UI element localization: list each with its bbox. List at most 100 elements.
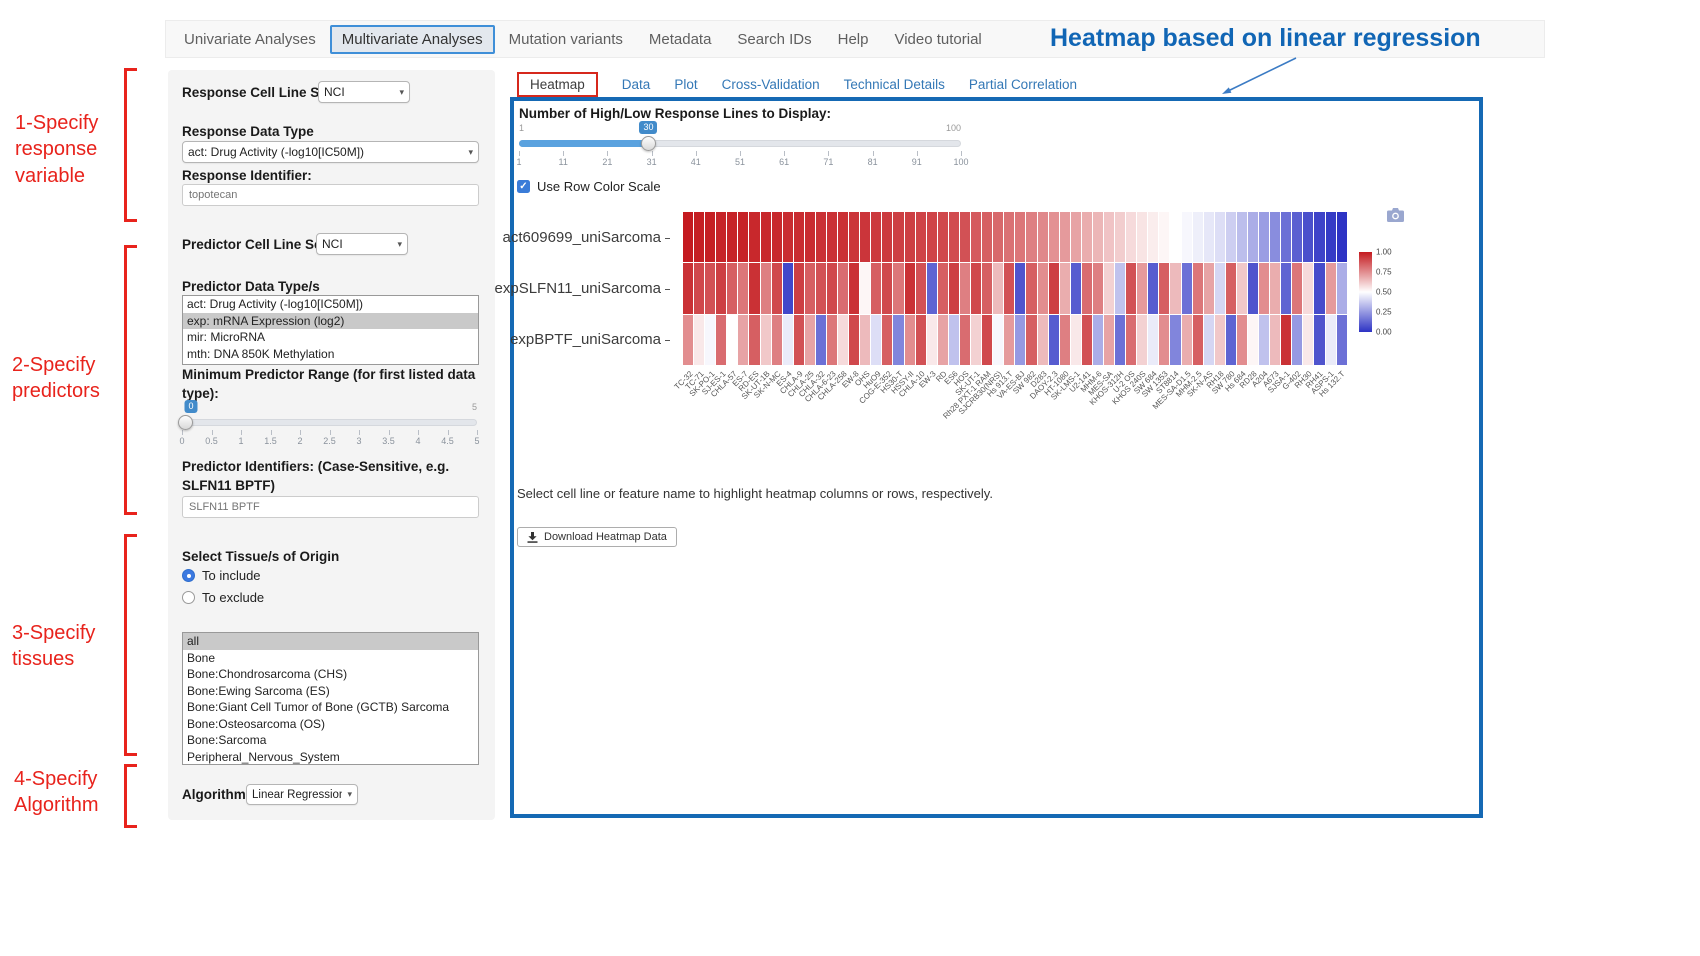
heatmap-cell [971, 212, 981, 262]
slider-tick-label: 11 [559, 157, 568, 167]
predictor-data-type-option[interactable]: exp: mRNA Expression (log2) [183, 313, 478, 330]
colorbar-tick-label: 0.25 [1376, 308, 1392, 317]
annotation-step-3: 3-Specify tissues [12, 620, 124, 673]
heatmap-cell [1303, 315, 1313, 365]
predictor-cell-line-set-select[interactable]: NCI ▾ [316, 233, 408, 255]
nav-item-multivariate-analyses[interactable]: Multivariate Analyses [330, 25, 495, 54]
nav-item-univariate-analyses[interactable]: Univariate Analyses [172, 25, 328, 54]
heatmap-cell [1215, 212, 1225, 262]
nav-item-mutation-variants[interactable]: Mutation variants [497, 25, 635, 54]
heatmap-cell [749, 263, 759, 313]
nav-item-help[interactable]: Help [826, 25, 881, 54]
tissue-list[interactable]: allBoneBone:Chondrosarcoma (CHS)Bone:Ewi… [182, 632, 479, 765]
radio-exclude-label: To exclude [202, 590, 264, 605]
download-heatmap-data-button[interactable]: Download Heatmap Data [517, 527, 677, 547]
heatmap-cell [971, 263, 981, 313]
slider-tick-mark [241, 430, 242, 435]
heatmap-row-label[interactable]: act609699_uniSarcoma [472, 212, 670, 263]
predictor-data-type-option[interactable]: act: Drug Activity (-log10[IC50M]) [183, 296, 478, 313]
annotation-step-4: 4-Specify Algorithm [14, 766, 126, 819]
heatmap-cell [694, 263, 704, 313]
tab-partial-correlation[interactable]: Partial Correlation [969, 77, 1077, 92]
heatmap-cell [849, 212, 859, 262]
predictor-identifiers-input[interactable] [182, 496, 479, 518]
response-cell-line-set-select[interactable]: NCI ▾ [318, 81, 410, 103]
response-cell-line-set-label: Response Cell Line Set [182, 84, 331, 103]
row-color-scale-checkbox[interactable]: ✓ [517, 180, 530, 193]
heatmap-row-label[interactable]: expSLFN11_uniSarcoma [472, 263, 670, 314]
slider-tick-mark [418, 430, 419, 435]
predictor-data-type-list[interactable]: act: Drug Activity (-log10[IC50M])exp: m… [182, 295, 479, 365]
predictor-data-type-option[interactable]: mth: DNA 850K Methylation [183, 346, 478, 363]
heatmap-cell [1170, 212, 1180, 262]
heatmap-row-label[interactable]: expBPTF_uniSarcoma [472, 314, 670, 365]
slider-tick-mark [828, 151, 829, 156]
heatmap-cell [1004, 212, 1014, 262]
algorithm-label: Algorithm [182, 786, 246, 805]
heatmap-cell [1303, 263, 1313, 313]
nav-item-search-ids[interactable]: Search IDs [725, 25, 823, 54]
tissue-option[interactable]: Peripheral_Nervous_System [183, 749, 478, 766]
heatmap-cell [1182, 315, 1192, 365]
nav-item-video-tutorial[interactable]: Video tutorial [882, 25, 993, 54]
min-range-slider-handle[interactable] [178, 415, 193, 430]
heatmap-cell [1270, 315, 1280, 365]
heatmap-cell [905, 315, 915, 365]
tab-bar: Heatmap Data Plot Cross-Validation Technical… [517, 71, 1077, 98]
tissue-option[interactable]: Bone:Giant Cell Tumor of Bone (GCTB) Sar… [183, 699, 478, 716]
tissue-option[interactable]: all [183, 633, 478, 650]
lines-slider-handle[interactable] [641, 136, 656, 151]
heatmap-cell [1270, 212, 1280, 262]
tab-heatmap[interactable]: Heatmap [517, 72, 598, 97]
heatmap-cell [1281, 263, 1291, 313]
tab-plot[interactable]: Plot [674, 77, 697, 92]
annotation-step-1: 1-Specify response variable [15, 110, 127, 189]
heatmap-cell [749, 212, 759, 262]
min-range-slider-track[interactable] [182, 419, 477, 426]
min-range-slider[interactable]: 0 5 00.511.522.533.544.55 [182, 400, 477, 450]
tab-cross-validation[interactable]: Cross-Validation [722, 77, 820, 92]
heatmap-cell [816, 263, 826, 313]
nav-item-metadata[interactable]: Metadata [637, 25, 724, 54]
heatmap-cell [927, 263, 937, 313]
algorithm-select[interactable]: Linear Regression ▾ [246, 784, 358, 805]
radio-exclude[interactable] [182, 591, 195, 604]
tissue-option[interactable]: Bone [183, 650, 478, 667]
heatmap-cell [783, 315, 793, 365]
slider-tick-mark [563, 151, 564, 156]
lines-slider[interactable]: 1 100 30 1112131415161718191100 [519, 121, 961, 173]
heatmap-cell [1026, 212, 1036, 262]
heatmap-cell [1248, 263, 1258, 313]
heatmap-cell [827, 212, 837, 262]
camera-icon[interactable] [1387, 208, 1404, 222]
tab-data[interactable]: Data [622, 77, 651, 92]
radio-include[interactable] [182, 569, 195, 582]
tissue-option[interactable]: Bone:Osteosarcoma (OS) [183, 716, 478, 733]
heatmap-cell [1259, 212, 1269, 262]
response-identifier-input[interactable] [182, 184, 479, 206]
tissue-exclude-option[interactable]: To exclude [182, 590, 264, 605]
heatmap-cell [705, 212, 715, 262]
response-cell-line-set-value: NCI [324, 85, 345, 99]
lines-slider-fill [519, 140, 648, 147]
heatmap-cell [1248, 212, 1258, 262]
heatmap-cell [816, 315, 826, 365]
annotation-arrow-icon [1212, 55, 1302, 101]
tissue-include-option[interactable]: To include [182, 568, 261, 583]
predictor-data-type-option[interactable]: mir: MicroRNA [183, 329, 478, 346]
chevron-down-icon: ▾ [399, 87, 404, 98]
tissue-option[interactable]: Bone:Chondrosarcoma (CHS) [183, 666, 478, 683]
heatmap-cell [827, 263, 837, 313]
tissue-option[interactable]: Bone:Sarcoma [183, 732, 478, 749]
heatmap-cell [1060, 315, 1070, 365]
heatmap-cell [949, 263, 959, 313]
heatmap-cell [1104, 263, 1114, 313]
tab-technical-details[interactable]: Technical Details [844, 77, 945, 92]
response-data-type-select[interactable]: act: Drug Activity (-log10[IC50M]) ▾ [182, 141, 479, 163]
heatmap-cell [816, 212, 826, 262]
row-color-scale-option[interactable]: ✓ Use Row Color Scale [517, 179, 661, 194]
slider-tick-label: 2.5 [323, 436, 336, 446]
annotation-bracket-3 [124, 534, 137, 756]
tissue-option[interactable]: Bone:Ewing Sarcoma (ES) [183, 683, 478, 700]
heatmap-cell [1182, 212, 1192, 262]
